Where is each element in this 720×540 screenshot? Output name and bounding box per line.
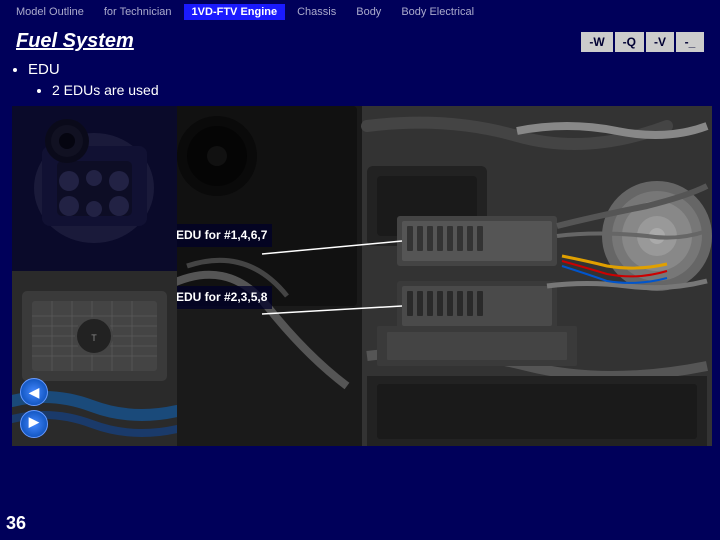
page-number: 36 [6, 513, 26, 534]
edu-label-1: EDU for #1,4,6,7 [171, 224, 272, 247]
nav-body[interactable]: Body [348, 4, 389, 20]
main-engine-image: EDU for #1,4,6,7 EDU for #2,3,5,8 [167, 106, 712, 446]
edu-label-2: EDU for #2,3,5,8 [171, 286, 272, 309]
toolbar-buttons: -W -Q -V -_ [581, 32, 704, 52]
page-title: Fuel System [16, 30, 134, 53]
next-arrow[interactable]: ◀ [20, 410, 48, 438]
top-navigation: Model Outline for Technician 1VD-FTV Eng… [0, 0, 720, 24]
nav-for-technician[interactable]: for Technician [96, 4, 180, 20]
nav-chassis[interactable]: Chassis [289, 4, 344, 20]
nav-body-electrical[interactable]: Body Electrical [393, 4, 482, 20]
svg-text:T: T [91, 333, 97, 343]
nav-1vd-ftv-engine[interactable]: 1VD-FTV Engine [184, 4, 286, 20]
toolbar-w-button[interactable]: -W [581, 32, 612, 52]
nav-model-outline[interactable]: Model Outline [8, 4, 92, 20]
left-dark-panel [12, 106, 177, 271]
prev-arrow[interactable]: ◀ [20, 378, 48, 406]
toolbar-q-button[interactable]: -Q [615, 32, 644, 52]
title-area: Fuel System -W -Q -V -_ [0, 24, 720, 57]
toolbar-v-button[interactable]: -V [646, 32, 674, 52]
bullet-edu: EDU [28, 61, 704, 78]
bullet-edu-sub: 2 EDUs are used [52, 82, 704, 98]
content-area: EDU 2 EDUs are used [0, 57, 720, 106]
navigation-arrows: ◀ ◀ [20, 378, 48, 438]
toolbar-underscore-button[interactable]: -_ [676, 32, 704, 52]
image-area: EDU for #1,4,6,7 EDU for #2,3,5,8 [12, 106, 708, 466]
